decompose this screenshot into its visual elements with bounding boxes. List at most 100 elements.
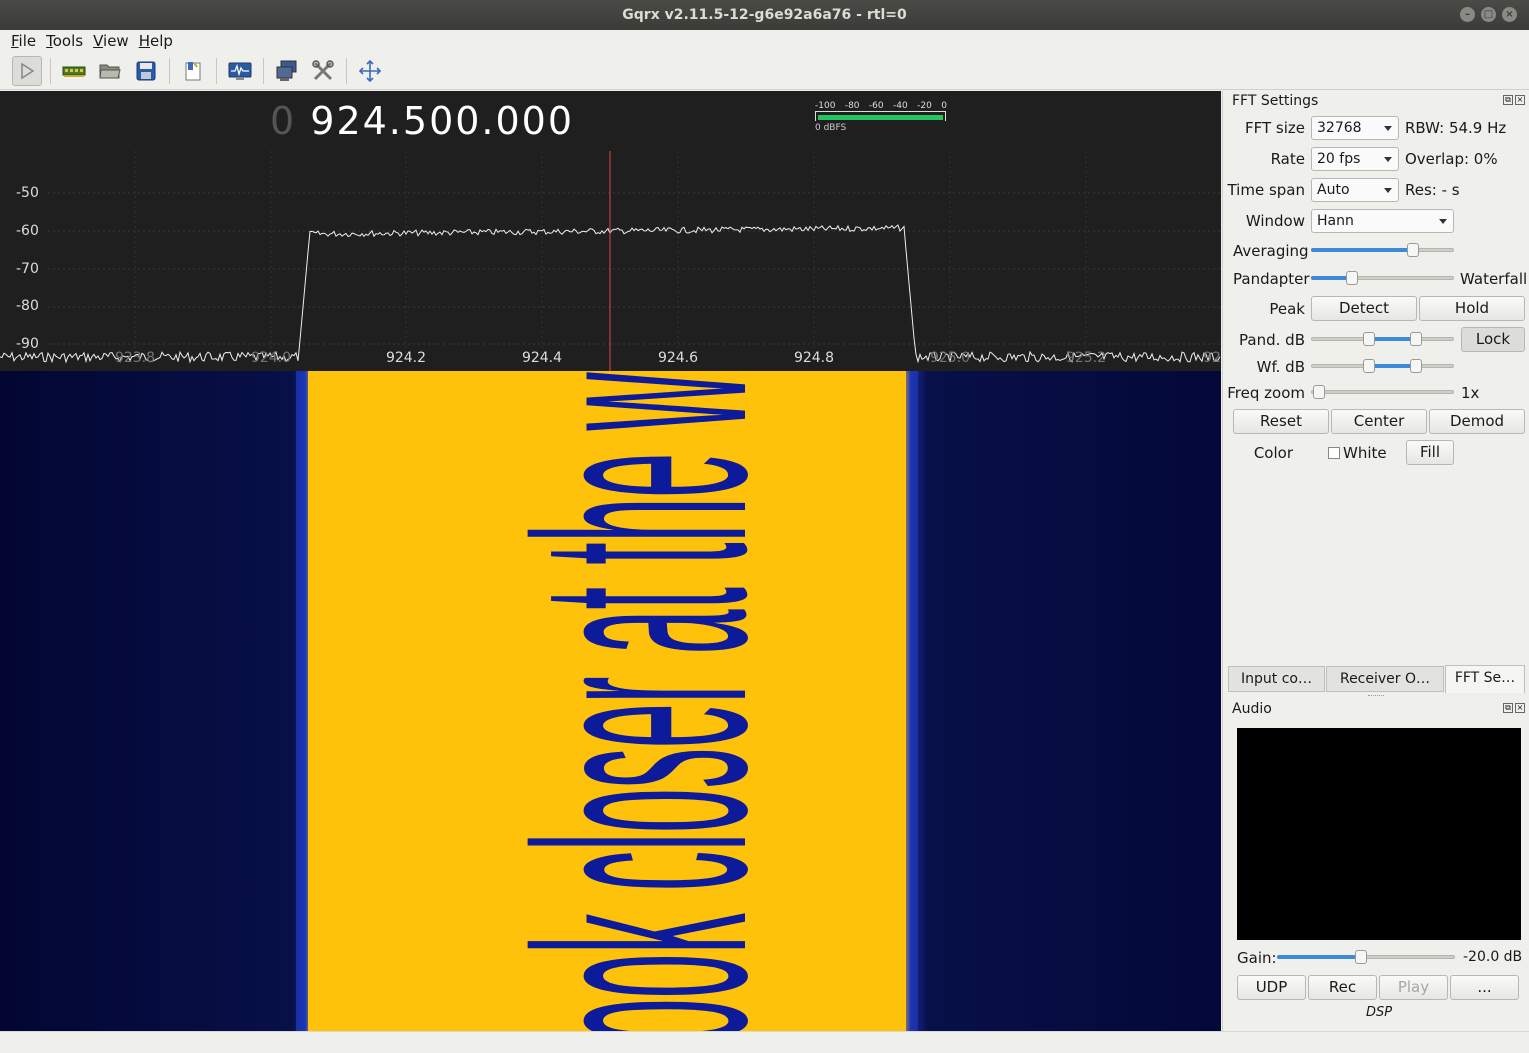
freq-zoom-value: 1x — [1461, 384, 1480, 402]
peak-label: Peak — [1269, 300, 1305, 318]
center-button[interactable]: Center — [1331, 409, 1427, 434]
slider-handle[interactable] — [1355, 950, 1367, 964]
slider-fill — [1369, 364, 1416, 368]
udp-button[interactable]: UDP — [1237, 975, 1306, 1000]
plot-area[interactable]: 0 924.500.000 -100 -80 -60 -40 -20 0 0 d… — [0, 91, 1221, 1031]
slider-handle[interactable] — [1313, 385, 1325, 399]
slider-handle-low[interactable] — [1363, 359, 1375, 373]
x-axis-label: 925.0 — [929, 350, 971, 366]
open-button[interactable] — [95, 56, 125, 86]
io-devices-icon — [276, 60, 297, 81]
slider-handle-high[interactable] — [1410, 332, 1422, 346]
dock-controls: ⧉ × — [1503, 95, 1525, 107]
waterfall-label: Waterfall — [1460, 270, 1528, 288]
window-label: Window — [1245, 212, 1305, 230]
lock-button[interactable]: Lock — [1461, 327, 1525, 352]
dsp-label: DSP — [1366, 1005, 1393, 1020]
fullscreen-icon — [359, 59, 381, 82]
pandapter-label: Pandapter — [1233, 270, 1310, 288]
plot-grid — [48, 151, 1221, 361]
pandapter[interactable]: 0 924.500.000 -100 -80 -60 -40 -20 0 0 d… — [0, 91, 1221, 371]
status-bar — [0, 1031, 1529, 1053]
fullscreen-button[interactable] — [355, 56, 385, 86]
color-label: Color — [1253, 444, 1293, 462]
menu-view[interactable]: View — [93, 32, 129, 50]
open-icon — [99, 64, 121, 78]
device-button[interactable] — [59, 56, 89, 86]
slider-handle[interactable] — [1407, 243, 1419, 257]
tab-fft-settings[interactable]: FFT Se… — [1445, 665, 1525, 693]
fft-settings-title: FFT Settings — [1232, 93, 1319, 109]
waterfall-button[interactable] — [225, 56, 255, 86]
slider-handle-low[interactable] — [1363, 332, 1375, 346]
averaging-slider[interactable] — [1311, 242, 1454, 258]
spectrum-plot — [0, 151, 1221, 371]
white-checkbox[interactable] — [1328, 447, 1340, 459]
freq-zoom-slider[interactable] — [1311, 384, 1454, 400]
pandapter-waterfall-split-slider[interactable] — [1311, 270, 1454, 286]
fill-button[interactable]: Fill — [1406, 440, 1454, 465]
timespan-value: Auto — [1317, 182, 1350, 198]
rec-button[interactable]: Rec — [1308, 975, 1377, 1000]
demod-button[interactable]: Demod — [1429, 409, 1525, 434]
fft-size-select[interactable]: 32768 — [1311, 116, 1399, 140]
x-axis-label: 924.2 — [385, 350, 427, 366]
io-devices-button[interactable] — [272, 56, 302, 86]
save-button[interactable] — [131, 56, 161, 86]
play-button[interactable] — [12, 55, 42, 86]
slider-fill — [1311, 248, 1413, 252]
window-value: Hann — [1317, 213, 1354, 229]
peak-hold-button[interactable]: Hold — [1419, 296, 1525, 321]
window-title: Gqrx v2.11.5-12-g6e92a6a76 - rtl=0 — [622, 7, 907, 23]
rate-select[interactable]: 20 fps — [1311, 147, 1399, 171]
dock-splitter-handle[interactable] — [1368, 695, 1384, 697]
slider-fill — [1369, 337, 1416, 341]
close-icon[interactable]: × — [1515, 95, 1525, 105]
fft-size-value: 32768 — [1317, 120, 1362, 136]
save-icon — [136, 61, 156, 80]
toolbar-separator — [169, 57, 170, 84]
window-select[interactable]: Hann — [1311, 209, 1454, 233]
menu-help[interactable]: Help — [139, 32, 173, 50]
slider-handle[interactable] — [1346, 271, 1358, 285]
play-icon — [21, 62, 35, 79]
close-icon[interactable]: × — [1515, 703, 1525, 713]
tab-receiver-options[interactable]: Receiver O… — [1326, 666, 1444, 692]
averaging-label: Averaging — [1233, 242, 1309, 260]
minimize-icon[interactable]: – — [1460, 7, 1475, 22]
overlap-readout: Overlap: 0% — [1405, 150, 1498, 168]
float-icon[interactable]: ⧉ — [1503, 95, 1513, 105]
menubar: File Tools View Help — [0, 30, 1529, 52]
waterfall-db-range-slider[interactable] — [1311, 358, 1454, 374]
audio-options-button[interactable]: ... — [1450, 975, 1519, 1000]
fft-size-label: FFT size — [1244, 119, 1305, 137]
waterfall-edge — [296, 371, 308, 1031]
pandapter-db-range-slider[interactable] — [1311, 331, 1454, 347]
slider-handle-high[interactable] — [1410, 359, 1422, 373]
tab-input-controls[interactable]: Input co… — [1228, 666, 1325, 692]
pand-db-label: Pand. dB — [1239, 331, 1305, 349]
window-titlebar: Gqrx v2.11.5-12-g6e92a6a76 - rtl=0 – □ × — [0, 0, 1529, 30]
close-icon[interactable]: × — [1502, 7, 1517, 22]
float-icon[interactable]: ⧉ — [1503, 703, 1513, 713]
x-axis-label: 924.4 — [521, 350, 563, 366]
menu-file[interactable]: File — [11, 32, 36, 50]
x-axis-label: 924.8 — [793, 350, 835, 366]
x-axis-label: 924.6 — [657, 350, 699, 366]
gain-value: -20.0 dB — [1463, 949, 1523, 965]
play-audio-button[interactable]: Play — [1379, 975, 1448, 1000]
timespan-select[interactable]: Auto — [1311, 178, 1399, 202]
right-dock: FFT Settings ⧉ × FFT size 32768 RBW: 54.… — [1222, 91, 1529, 1031]
maximize-icon[interactable]: □ — [1481, 7, 1496, 22]
device-icon — [62, 66, 86, 77]
waterfall-display[interactable]: look closer at the waterfall — [0, 371, 1221, 1031]
toolbar-separator — [50, 57, 51, 84]
audio-fft-display — [1237, 728, 1521, 940]
reset-button[interactable]: Reset — [1233, 409, 1329, 434]
waterfall-text: look closer at the waterfall — [473, 371, 809, 1031]
config-button[interactable] — [308, 56, 338, 86]
remote-button[interactable] — [178, 56, 208, 86]
audio-gain-slider[interactable] — [1277, 949, 1455, 965]
menu-tools[interactable]: Tools — [46, 32, 83, 50]
peak-detect-button[interactable]: Detect — [1311, 296, 1417, 321]
